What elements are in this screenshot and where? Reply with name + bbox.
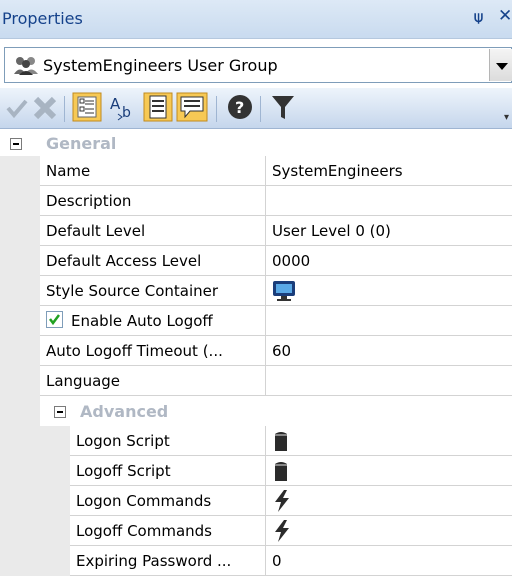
toolbar-separator (260, 96, 261, 122)
user-group-icon (14, 57, 38, 75)
property-name: Enable Auto Logoff (40, 306, 265, 336)
collapse-icon[interactable] (54, 406, 66, 418)
property-name: Logon Commands (70, 486, 265, 516)
alphabetical-icon[interactable]: A b (108, 92, 138, 122)
property-row[interactable]: Expiring Password ... 0 (0, 546, 512, 576)
property-row[interactable]: Default Access Level 0000 (0, 246, 512, 276)
property-name: Name (40, 156, 265, 186)
pin-icon[interactable]: ⍦ (474, 8, 483, 26)
property-value[interactable]: 60 (265, 336, 512, 366)
property-row[interactable]: Style Source Container (0, 276, 512, 306)
object-selector-value: SystemEngineers User Group (43, 56, 278, 75)
events-icon[interactable] (176, 92, 208, 122)
help-icon[interactable]: ? (226, 92, 254, 122)
property-name: Logon Script (70, 426, 265, 456)
toolbar-separator (64, 96, 65, 122)
property-value[interactable]: User Level 0 (0) (265, 216, 512, 246)
property-value[interactable]: SystemEngineers (265, 156, 512, 186)
monitor-icon (273, 281, 295, 301)
category-label: Advanced (80, 402, 169, 421)
property-value[interactable] (265, 516, 512, 546)
svg-text:A: A (110, 95, 121, 113)
property-value[interactable] (265, 486, 512, 516)
filter-icon[interactable] (270, 92, 296, 122)
properties-icon[interactable] (143, 92, 173, 122)
property-name: Logoff Script (70, 456, 265, 486)
enable-auto-logoff-checkbox[interactable] (46, 311, 63, 328)
checkmark-icon (49, 314, 60, 326)
property-row[interactable]: Description (0, 186, 512, 216)
property-value[interactable] (265, 186, 512, 216)
property-value[interactable] (265, 456, 512, 486)
property-name: Style Source Container (40, 276, 265, 306)
category-general[interactable]: General (0, 131, 512, 156)
property-value[interactable]: 0 (265, 546, 512, 576)
lightning-icon (275, 490, 289, 512)
property-row[interactable]: Name SystemEngineers (0, 156, 512, 186)
property-value[interactable] (265, 426, 512, 456)
object-selector[interactable]: SystemEngineers User Group (4, 47, 512, 83)
property-name: Expiring Password ... (70, 546, 265, 576)
delete-icon[interactable] (32, 92, 58, 122)
property-row[interactable]: Logoff Commands (0, 516, 512, 546)
script-icon (275, 432, 287, 451)
property-grid: General Name SystemEngineers Description… (0, 131, 512, 576)
property-value[interactable]: 0000 (265, 246, 512, 276)
selector-dropdown-button[interactable] (489, 49, 512, 81)
property-name: Logoff Commands (70, 516, 265, 546)
property-row[interactable]: Auto Logoff Timeout (... 60 (0, 336, 512, 366)
lightning-icon (275, 520, 289, 542)
toolbar-separator (216, 96, 217, 122)
property-row[interactable]: Language (0, 366, 512, 396)
script-icon (275, 462, 287, 481)
property-value[interactable] (265, 306, 512, 336)
category-label: General (46, 134, 117, 153)
property-row[interactable]: Default Level User Level 0 (0) (0, 216, 512, 246)
property-name: Default Level (40, 216, 265, 246)
svg-text:?: ? (235, 98, 244, 117)
properties-toolbar: A b ? ▾ (0, 88, 512, 129)
property-row[interactable]: Logoff Script (0, 456, 512, 486)
property-name: Auto Logoff Timeout (... (40, 336, 265, 366)
property-value[interactable] (265, 366, 512, 396)
svg-text:b: b (122, 105, 131, 121)
close-icon[interactable]: ✕ (498, 6, 512, 26)
property-name: Default Access Level (40, 246, 265, 276)
categorized-icon[interactable] (72, 92, 102, 122)
property-value[interactable] (265, 276, 512, 306)
property-name: Language (40, 366, 265, 396)
panel-title: Properties (2, 9, 83, 28)
property-row[interactable]: Enable Auto Logoff (0, 306, 512, 336)
toolbar-overflow-icon[interactable]: ▾ (504, 112, 509, 123)
check-icon[interactable] (6, 92, 28, 122)
category-advanced[interactable]: Advanced (0, 396, 512, 426)
property-row[interactable]: Logon Script (0, 426, 512, 456)
property-row[interactable]: Logon Commands (0, 486, 512, 516)
property-name: Description (40, 186, 265, 216)
collapse-icon[interactable] (10, 138, 22, 150)
properties-titlebar: Properties ⍦ ✕ (0, 0, 512, 39)
